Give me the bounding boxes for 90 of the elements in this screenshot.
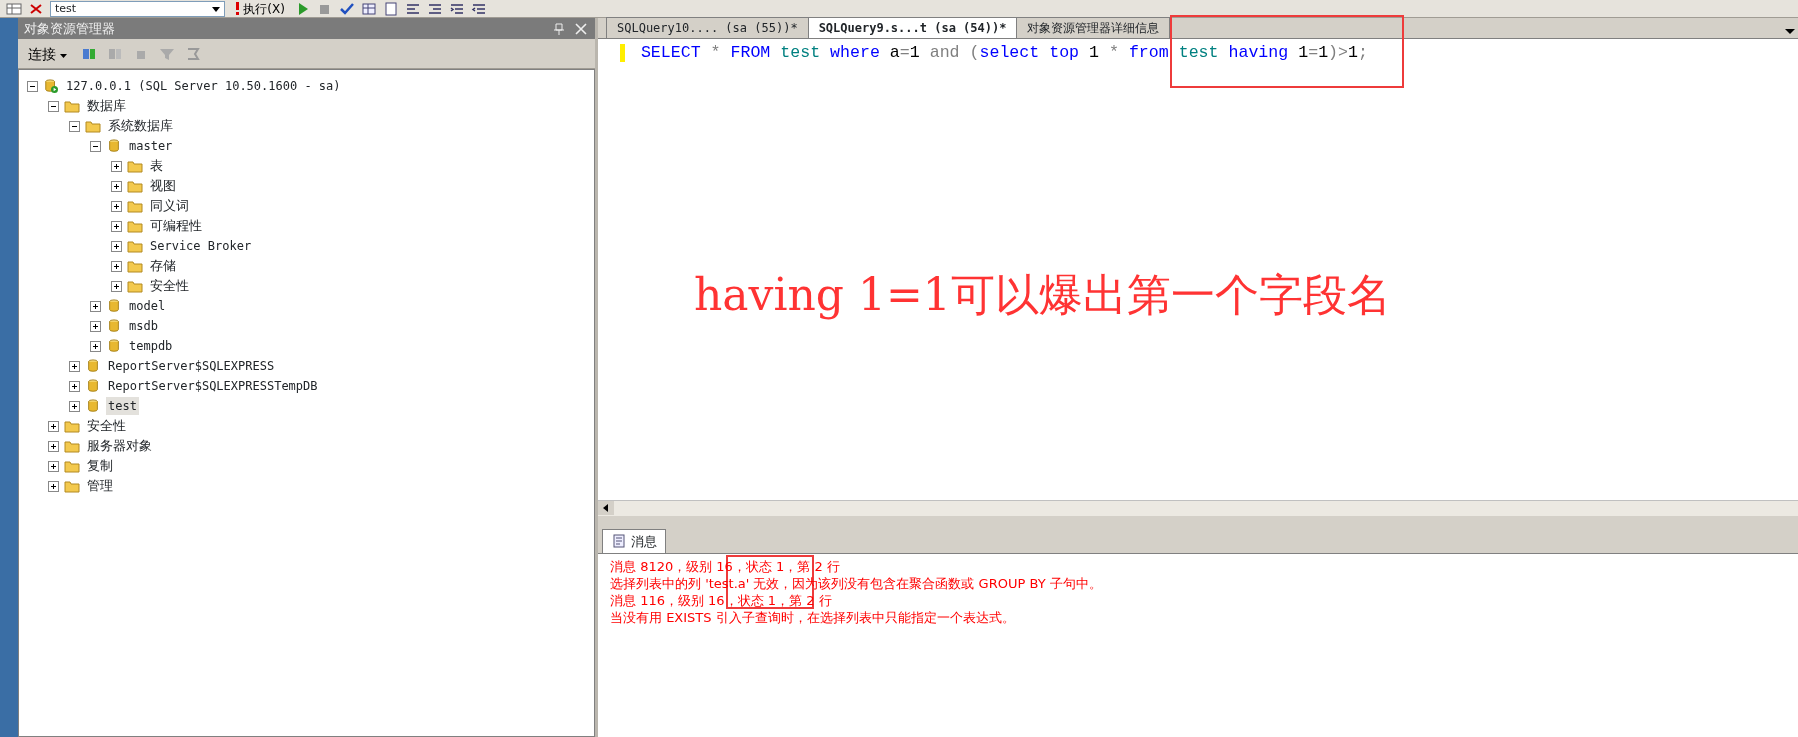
sql-query-line: SELECT * FROM test where a=1 and (select top 1 * from test having 1=1)>1;	[640, 42, 1368, 64]
tree-item[interactable]: 系统数据库	[106, 116, 175, 136]
collapse-icon[interactable]	[48, 100, 59, 112]
check-icon[interactable]	[338, 1, 355, 16]
folder-icon	[64, 459, 80, 473]
tree-item[interactable]: ReportServer$SQLEXPRESS	[106, 357, 277, 375]
table-icon[interactable]	[360, 1, 377, 16]
expand-icon[interactable]	[48, 460, 59, 472]
annotation-text: having 1=1可以爆出第一个字段名	[694, 268, 1391, 322]
expand-icon[interactable]	[69, 380, 80, 392]
expand-icon[interactable]	[111, 260, 122, 272]
tree-item[interactable]: 服务器对象	[85, 436, 154, 456]
scroll-left-icon[interactable]	[598, 501, 614, 515]
expand-icon[interactable]	[90, 300, 101, 312]
database-icon	[106, 339, 122, 353]
tree-item[interactable]: test	[106, 397, 139, 415]
database-dropdown[interactable]: test	[50, 0, 225, 17]
database-icon	[106, 319, 122, 333]
close-icon[interactable]	[28, 1, 44, 16]
database-icon	[85, 399, 101, 413]
expand-icon[interactable]	[48, 440, 59, 452]
database-icon	[106, 299, 122, 313]
folder-icon	[85, 119, 101, 133]
change-marker	[620, 44, 625, 63]
tree-item[interactable]: Service Broker	[148, 237, 254, 255]
connect-dropdown-button[interactable]: 连接	[24, 45, 72, 62]
folder-icon	[127, 219, 143, 233]
tree-item[interactable]: ReportServer$SQLEXPRESSTempDB	[106, 377, 320, 395]
message-line: 当没有用 EXISTS 引入子查询时，在选择列表中只能指定一个表达式。	[610, 609, 1016, 626]
database-icon	[106, 139, 122, 153]
messages-tab[interactable]: 消息	[602, 528, 666, 553]
expand-icon[interactable]	[111, 240, 122, 252]
database-icon	[85, 359, 101, 373]
folder-icon	[64, 419, 80, 433]
expand-icon[interactable]	[90, 320, 101, 332]
collapse-icon[interactable]	[69, 120, 80, 132]
panel-title: 对象资源管理器	[24, 19, 115, 38]
server-database-icon	[43, 79, 59, 93]
expand-icon[interactable]	[111, 160, 122, 172]
expand-icon[interactable]	[111, 200, 122, 212]
expand-icon[interactable]	[69, 400, 80, 412]
grid-icon[interactable]	[6, 1, 22, 16]
exclamation-icon	[235, 2, 240, 15]
expand-icon[interactable]	[48, 420, 59, 432]
folder-icon	[64, 99, 80, 113]
message-icon	[611, 534, 627, 549]
outdent-icon[interactable]	[470, 1, 487, 16]
close-icon[interactable]	[573, 21, 589, 36]
tree-item[interactable]: 可编程性	[148, 216, 204, 236]
expand-icon[interactable]	[48, 480, 59, 492]
tree-item[interactable]: 安全性	[148, 276, 191, 296]
connect-icon[interactable]	[81, 46, 98, 61]
tree-item[interactable]: 视图	[148, 176, 178, 196]
expand-icon[interactable]	[111, 180, 122, 192]
folder-icon	[127, 259, 143, 273]
align-right-icon[interactable]	[426, 1, 443, 16]
folder-icon	[127, 239, 143, 253]
tree-item[interactable]: 数据库	[85, 96, 128, 116]
folder-icon	[127, 179, 143, 193]
expand-icon[interactable]	[90, 340, 101, 352]
folder-icon	[127, 279, 143, 293]
tree-item[interactable]: msdb	[127, 317, 160, 335]
folder-icon	[64, 479, 80, 493]
expand-icon[interactable]	[111, 280, 122, 292]
folder-icon	[64, 439, 80, 453]
tree-item[interactable]: 127.0.0.1 (SQL Server 10.50.1600 - sa)	[64, 77, 343, 95]
document-icon[interactable]	[382, 1, 399, 16]
document-tab[interactable]: SQLQuery10.... (sa (55))*	[606, 17, 809, 38]
tree-item[interactable]: 安全性	[85, 416, 128, 436]
align-left-icon[interactable]	[404, 1, 421, 16]
tree-item[interactable]: model	[127, 297, 168, 315]
folder-icon	[127, 159, 143, 173]
folder-icon	[127, 199, 143, 213]
horizontal-scrollbar[interactable]	[598, 500, 1798, 516]
database-icon	[85, 379, 101, 393]
expand-icon[interactable]	[111, 220, 122, 232]
expand-icon[interactable]	[69, 360, 80, 372]
collapse-icon[interactable]	[90, 140, 101, 152]
tree-item[interactable]: 同义词	[148, 196, 191, 216]
indent-icon[interactable]	[448, 1, 465, 16]
tree-item[interactable]: 表	[148, 156, 165, 176]
tree-item[interactable]: tempdb	[127, 337, 175, 355]
tree-item[interactable]: master	[127, 137, 175, 155]
tree-item[interactable]: 管理	[85, 476, 115, 496]
document-tab[interactable]: 对象资源管理器详细信息	[1016, 17, 1171, 38]
collapse-icon[interactable]	[27, 80, 38, 92]
tree-item[interactable]: 存储	[148, 256, 178, 276]
tree-item[interactable]: 复制	[85, 456, 115, 476]
document-tab[interactable]: SQLQuery9.s...t (sa (54))*	[807, 17, 1018, 38]
execute-button[interactable]: 执行(X)	[231, 0, 289, 17]
